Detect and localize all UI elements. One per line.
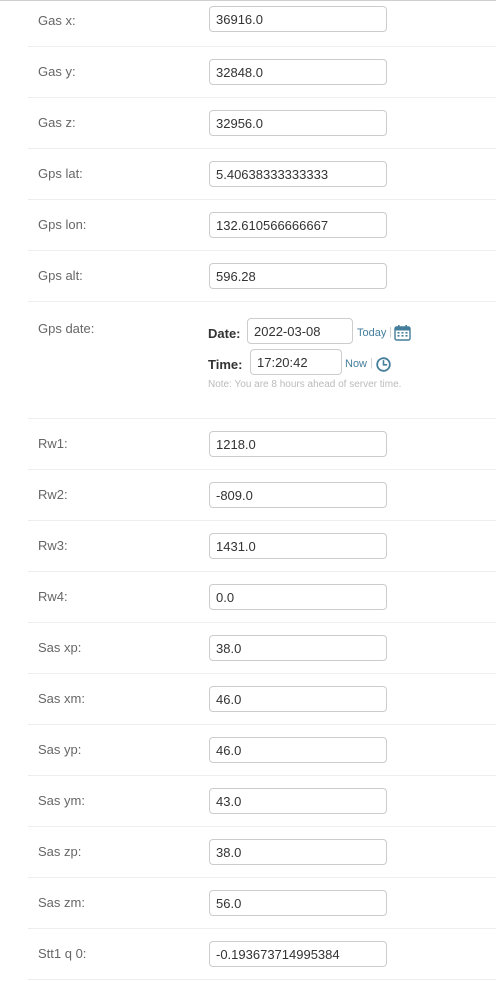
gas-z-input[interactable] xyxy=(209,110,387,136)
form-row-gps-alt: Gps alt: xyxy=(28,251,496,302)
rw3-input[interactable] xyxy=(209,533,387,559)
form-row-gps-date: Gps date: Date: Today | Time: Now | Note… xyxy=(28,302,496,419)
form-row-sas-xm: Sas xm: xyxy=(28,674,496,725)
sas-yp-input[interactable] xyxy=(209,737,387,763)
timezone-help-text: Note: You are 8 hours ahead of server ti… xyxy=(208,379,402,390)
gas-x-input[interactable] xyxy=(209,6,387,32)
rw1-label: Rw1: xyxy=(38,436,68,451)
gas-x-label: Gas x: xyxy=(38,13,76,28)
form-row-rw2: Rw2: xyxy=(28,470,496,521)
form-row-gps-lat: Gps lat: xyxy=(28,149,496,200)
sas-ym-label: Sas ym: xyxy=(38,793,85,808)
today-separator: | xyxy=(389,326,392,338)
form-row-stt1-q-0: Stt1 q 0: xyxy=(28,929,496,980)
gps-lon-input[interactable] xyxy=(209,212,387,238)
sas-zp-input[interactable] xyxy=(209,839,387,865)
gas-y-label: Gas y: xyxy=(38,64,76,79)
gps-alt-label: Gps alt: xyxy=(38,268,83,283)
today-link[interactable]: Today xyxy=(357,327,386,339)
sas-zm-label: Sas zm: xyxy=(38,895,85,910)
form-fieldset: Gas x: Gas y: Gas z: Gps lat: Gps lon: G… xyxy=(28,0,496,980)
gas-z-label: Gas z: xyxy=(38,115,76,130)
gas-y-input[interactable] xyxy=(209,59,387,85)
form-row-gps-lon: Gps lon: xyxy=(28,200,496,251)
form-row-gas-y: Gas y: xyxy=(28,47,496,98)
rw4-input[interactable] xyxy=(209,584,387,610)
time-label: Time: xyxy=(208,357,243,372)
form-row-gas-z: Gas z: xyxy=(28,98,496,149)
sas-ym-input[interactable] xyxy=(209,788,387,814)
gps-date-label: Gps date: xyxy=(38,321,95,336)
date-label: Date: xyxy=(208,326,241,341)
form-row-sas-xp: Sas xp: xyxy=(28,623,496,674)
rw4-label: Rw4: xyxy=(38,589,68,604)
form-row-rw3: Rw3: xyxy=(28,521,496,572)
form-row-rw4: Rw4: xyxy=(28,572,496,623)
form-row-sas-yp: Sas yp: xyxy=(28,725,496,776)
gps-lat-input[interactable] xyxy=(209,161,387,187)
stt1-q-0-input[interactable] xyxy=(209,941,387,967)
now-link[interactable]: Now xyxy=(345,358,367,370)
sas-xp-input[interactable] xyxy=(209,635,387,661)
gps-lat-label: Gps lat: xyxy=(38,166,83,181)
sas-yp-label: Sas yp: xyxy=(38,742,82,757)
date-input[interactable] xyxy=(247,318,353,344)
form-row-sas-zm: Sas zm: xyxy=(28,878,496,929)
now-separator: | xyxy=(370,357,373,369)
calendar-icon[interactable] xyxy=(394,324,411,341)
time-input[interactable] xyxy=(250,349,342,375)
rw2-label: Rw2: xyxy=(38,487,68,502)
gps-alt-input[interactable] xyxy=(209,263,387,289)
sas-xm-label: Sas xm: xyxy=(38,691,85,706)
sas-zm-input[interactable] xyxy=(209,890,387,916)
gps-lon-label: Gps lon: xyxy=(38,217,87,232)
rw1-input[interactable] xyxy=(209,431,387,457)
rw3-label: Rw3: xyxy=(38,538,68,553)
stt1-q-0-label: Stt1 q 0: xyxy=(38,946,87,961)
form-row-rw1: Rw1: xyxy=(28,419,496,470)
sas-xp-label: Sas xp: xyxy=(38,640,82,655)
form-row-sas-ym: Sas ym: xyxy=(28,776,496,827)
form-row-sas-zp: Sas zp: xyxy=(28,827,496,878)
sas-xm-input[interactable] xyxy=(209,686,387,712)
clock-icon[interactable] xyxy=(376,357,391,372)
sas-zp-label: Sas zp: xyxy=(38,844,82,859)
form-row-gas-x: Gas x: xyxy=(28,0,496,47)
rw2-input[interactable] xyxy=(209,482,387,508)
